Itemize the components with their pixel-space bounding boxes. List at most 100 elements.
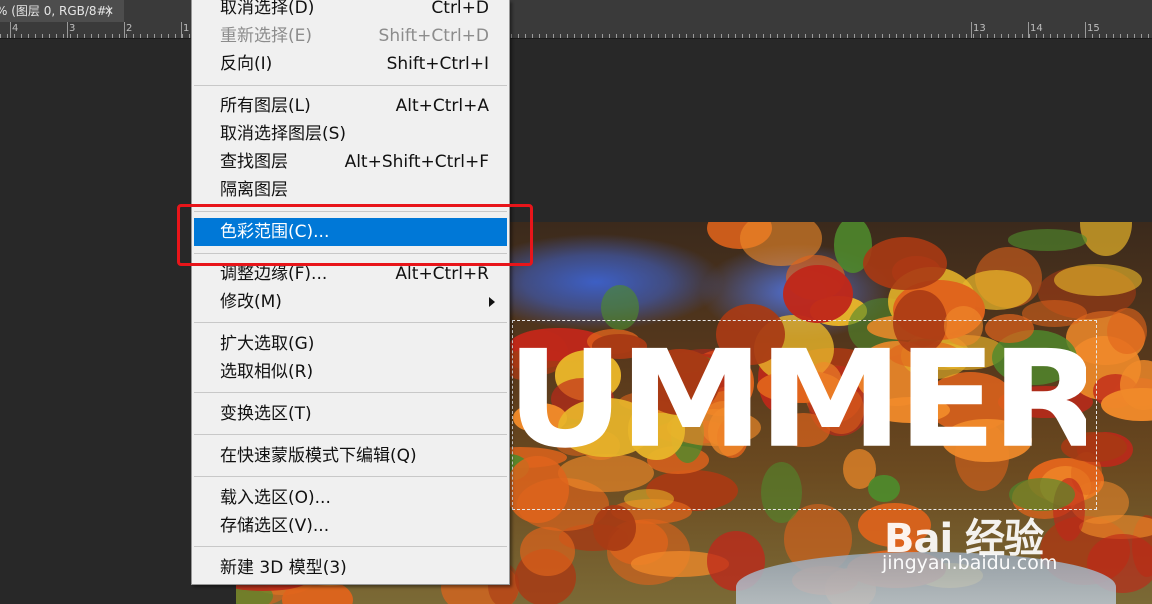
ruler-tick (560, 34, 561, 38)
ruler-tick (658, 34, 659, 38)
ruler-tick (1106, 34, 1107, 38)
ruler-tick (1099, 34, 1100, 38)
ruler-tick (651, 34, 652, 38)
ruler-major-tick (1085, 22, 1086, 38)
ruler-major-tick (67, 22, 68, 38)
ruler-tick (700, 34, 701, 38)
document-tab[interactable]: % (图层 0, RGB/8#) ✕ (0, 0, 124, 22)
ruler-tick (791, 34, 792, 38)
ruler-tick-label: 15 (1087, 23, 1100, 34)
ruler-tick (98, 34, 99, 38)
ruler-tick (644, 34, 645, 38)
ruler-tick (728, 34, 729, 38)
menu-item-isolate-layers[interactable]: 隔离图层 (194, 176, 507, 204)
menu-item-deselect-layers[interactable]: 取消选择图层(S) (194, 120, 507, 148)
ruler-tick (1057, 34, 1058, 38)
ruler-tick (161, 34, 162, 38)
ruler-tick (168, 34, 169, 38)
foliage-blob (520, 526, 575, 576)
menu-item-find-layers[interactable]: 查找图层 Alt+Shift+Ctrl+F (194, 148, 507, 176)
ruler-major-tick (124, 22, 125, 38)
ruler-tick (1141, 34, 1142, 38)
ruler-tick (511, 34, 512, 38)
menu-item-quick-mask[interactable]: 在快速蒙版模式下编辑(Q) (194, 442, 507, 470)
ruler-tick (1050, 34, 1051, 38)
ruler-tick-label: 3 (69, 23, 76, 34)
ruler-tick (623, 34, 624, 38)
ruler-tick (581, 34, 582, 38)
menu-item-label: 变换选区(T) (220, 404, 312, 424)
menu-separator (194, 322, 507, 323)
menu-item-grow[interactable]: 扩大选取(G) (194, 330, 507, 358)
selection-marquee (512, 320, 1097, 510)
ruler-tick (532, 34, 533, 38)
ruler-tick (868, 34, 869, 38)
menu-item-label: 隔离图层 (220, 180, 288, 200)
ruler-tick (1001, 34, 1002, 38)
ruler-tick (1078, 34, 1079, 38)
menu-item-new-3d-model[interactable]: 新建 3D 模型(3) (194, 554, 507, 582)
ruler-tick (77, 34, 78, 38)
ruler-tick (854, 34, 855, 38)
ruler-tick (70, 34, 71, 38)
menu-separator (194, 434, 507, 435)
ruler-tick (1092, 34, 1093, 38)
menu-item-shortcut: Shift+Ctrl+I (386, 54, 489, 74)
ruler-tick (1029, 34, 1030, 38)
close-icon[interactable]: ✕ (104, 0, 114, 22)
menu-item-label: 扩大选取(G) (220, 334, 315, 354)
ruler-tick (105, 34, 106, 38)
ruler-tick (833, 34, 834, 38)
menu-separator (194, 85, 507, 86)
ruler-tick (609, 34, 610, 38)
menu-item-shortcut: Ctrl+D (431, 0, 489, 18)
ruler-tick (588, 34, 589, 38)
menu-item-deselect[interactable]: 取消选择(D) Ctrl+D (194, 0, 507, 22)
ruler-tick (133, 34, 134, 38)
foliage-blob (1008, 229, 1088, 251)
ruler-tick (147, 34, 148, 38)
menu-item-modify[interactable]: 修改(M) (194, 288, 507, 316)
ruler-tick (1015, 34, 1016, 38)
ruler-tick (175, 34, 176, 38)
menu-item-inverse[interactable]: 反向(I) Shift+Ctrl+I (194, 50, 507, 78)
ruler-tick (1022, 34, 1023, 38)
ruler-tick (882, 34, 883, 38)
ruler-tick (665, 34, 666, 38)
ruler-tick (1008, 34, 1009, 38)
menu-separator (194, 392, 507, 393)
ruler-tick (679, 34, 680, 38)
menu-item-all-layers[interactable]: 所有图层(L) Alt+Ctrl+A (194, 92, 507, 120)
menu-item-save-selection[interactable]: 存储选区(V)... (194, 512, 507, 540)
menu-item-label: 载入选区(O)... (220, 488, 331, 508)
ruler-tick (84, 34, 85, 38)
ruler-tick (140, 34, 141, 38)
ruler-tick (637, 34, 638, 38)
foliage-blob (863, 236, 948, 290)
ruler-tick (763, 34, 764, 38)
ruler-tick (616, 34, 617, 38)
ruler-tick (980, 34, 981, 38)
ruler-tick (917, 34, 918, 38)
menu-item-load-selection[interactable]: 载入选区(O)... (194, 484, 507, 512)
menu-item-transform-selection[interactable]: 变换选区(T) (194, 400, 507, 428)
ruler-tick (602, 34, 603, 38)
ruler-tick (861, 34, 862, 38)
menu-item-similar[interactable]: 选取相似(R) (194, 358, 507, 386)
ruler-tick (1036, 34, 1037, 38)
ruler-tick-label: 4 (12, 23, 19, 34)
ruler-tick (819, 34, 820, 38)
menu-item-label: 存储选区(V)... (220, 516, 330, 536)
menu-item-label: 反向(I) (220, 54, 273, 74)
ruler-tick-label: 14 (1030, 23, 1043, 34)
ruler-tick (1113, 34, 1114, 38)
ruler-tick (784, 34, 785, 38)
ruler-tick (189, 34, 190, 38)
horizontal-ruler: 4 3 2 1 13 14 15 (0, 22, 1152, 39)
baidu-watermark: Bai 经验 jingyan.baidu.com (882, 486, 1152, 576)
ruler-tick (1071, 34, 1072, 38)
ruler-tick (119, 34, 120, 38)
ruler-tick (595, 34, 596, 38)
ruler-tick (805, 34, 806, 38)
ruler-tick (35, 34, 36, 38)
